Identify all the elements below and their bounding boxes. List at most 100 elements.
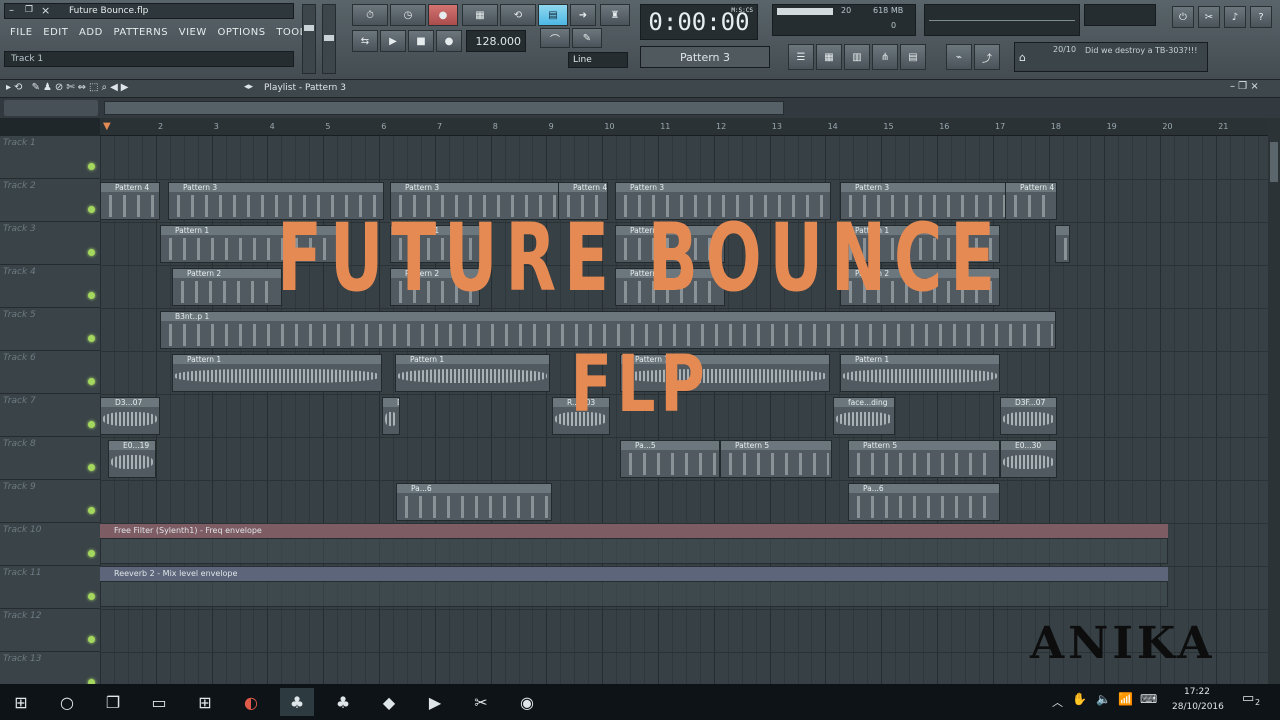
playlist-clip[interactable]: Pa...6 xyxy=(396,483,552,521)
clock-time[interactable]: 17:22 xyxy=(1184,687,1210,697)
play-button[interactable]: ▶ xyxy=(380,30,406,52)
arrow-left-right-icon[interactable]: ◂▸ xyxy=(244,82,253,92)
playlist-button[interactable]: ☰ xyxy=(788,44,814,70)
keyboard-icon[interactable]: ⌨ xyxy=(1140,692,1157,706)
app-icon-red[interactable]: ◐ xyxy=(234,688,268,716)
stop-button[interactable]: ■ xyxy=(408,30,434,52)
track-header[interactable]: Track 9 xyxy=(0,480,100,523)
track-mute-led[interactable] xyxy=(88,249,95,256)
menu-edit[interactable]: EDIT xyxy=(43,27,68,38)
piano-roll-button[interactable]: ▥ xyxy=(844,44,870,70)
track-mute-led[interactable] xyxy=(88,335,95,342)
automation-envelope[interactable] xyxy=(100,581,1168,607)
restore-icon[interactable]: ❐ xyxy=(25,5,33,15)
help-button[interactable]: ? xyxy=(1250,6,1272,28)
playlist-tool-icons[interactable]: ▸⟲ ✎♟⊘✄⇔⬚⌕◀▶ xyxy=(6,82,132,93)
track-mute-led[interactable] xyxy=(88,206,95,213)
tools-icon[interactable]: ✂ xyxy=(464,688,498,716)
window-controls-icon[interactable]: – ❐ × xyxy=(1230,81,1259,92)
track-header[interactable]: Track 11 xyxy=(0,566,100,609)
track-mute-led[interactable] xyxy=(88,464,95,471)
metronome-button[interactable]: ⏱ xyxy=(352,4,388,26)
automation-clip-filter[interactable]: Free Filter (Sylenth1) - Freq envelope xyxy=(100,524,1168,538)
file-explorer-icon[interactable]: ▭ xyxy=(142,688,176,716)
menu-options[interactable]: OPTIONS xyxy=(217,27,265,38)
menu-view[interactable]: VIEW xyxy=(179,27,207,38)
plugin-picker-button[interactable]: ⌁ xyxy=(946,44,972,70)
project-picker-button[interactable]: ⤴ xyxy=(974,44,1000,70)
track-header[interactable]: Track 1 xyxy=(0,136,100,179)
record-toggle-button[interactable]: ● xyxy=(436,30,462,52)
play-arrow-button[interactable]: ➜ xyxy=(570,4,596,26)
minimize-icon[interactable]: – xyxy=(9,5,14,16)
menu-file[interactable]: FILE xyxy=(10,27,33,38)
tray-expand-icon[interactable]: ︿ xyxy=(1052,694,1063,710)
playlist-clip[interactable]: Pa...6 xyxy=(848,483,1000,521)
timeline-ruler[interactable]: ▼ 2 3 4 5 6 7 8 9 10 11 12 13 14 15 16 17 18 19 20 21 xyxy=(100,118,1268,136)
track-header[interactable]: Track 7 xyxy=(0,394,100,437)
mixer-button[interactable]: ▤ xyxy=(900,44,926,70)
track-mute-led[interactable] xyxy=(88,550,95,557)
playhead-marker[interactable]: ▼ xyxy=(103,121,111,132)
track-mute-led[interactable] xyxy=(88,378,95,385)
audio-settings-button[interactable]: ⏻ xyxy=(1172,6,1194,28)
playlist-clip[interactable]: Pattern 5 xyxy=(848,440,1000,478)
track-header[interactable]: Track 4 xyxy=(0,265,100,308)
track-header[interactable]: Track 2 xyxy=(0,179,100,222)
close-icon[interactable]: × xyxy=(41,4,50,17)
windows-start-icon[interactable]: ⊞ xyxy=(4,688,38,716)
menu-patterns[interactable]: PATTERNS xyxy=(113,27,168,38)
playlist-clip[interactable]: Pa...5 xyxy=(620,440,720,478)
track-mute-led[interactable] xyxy=(88,507,95,514)
automation-clip-reverb[interactable]: Reeverb 2 - Mix level envelope xyxy=(100,567,1168,581)
horizontal-scrollbar[interactable] xyxy=(104,101,784,115)
loop-record-button[interactable]: ⟲ xyxy=(500,4,536,26)
pattern-selector[interactable]: Pattern 3 xyxy=(640,46,770,68)
store-icon[interactable]: ⊞ xyxy=(188,688,222,716)
track-header[interactable]: Track 12 xyxy=(0,609,100,652)
network-icon[interactable]: 📶 xyxy=(1118,692,1133,706)
app-icon-dark[interactable]: ◆ xyxy=(372,688,406,716)
track-mute-led[interactable] xyxy=(88,292,95,299)
playlist-clip[interactable]: Pattern 5 xyxy=(720,440,832,478)
disc-icon[interactable]: ◉ xyxy=(510,688,544,716)
microphone-button[interactable]: ♪ xyxy=(1224,6,1246,28)
media-icon[interactable]: ▶ xyxy=(418,688,452,716)
snap-select[interactable]: Line xyxy=(568,52,628,68)
pattern-song-toggle[interactable]: ⇆ xyxy=(352,30,378,52)
step-edit-button[interactable]: ▦ xyxy=(462,4,498,26)
cut-button[interactable]: ✂ xyxy=(1198,6,1220,28)
step-sequencer-button[interactable]: ▦ xyxy=(816,44,842,70)
track-header[interactable]: Track 10 xyxy=(0,523,100,566)
vertical-scrollbar[interactable] xyxy=(1268,118,1280,684)
song-time-display[interactable]: 0:00:00 M:S:CS xyxy=(640,4,758,40)
track-mute-led[interactable] xyxy=(88,593,95,600)
menu-add[interactable]: ADD xyxy=(79,27,103,38)
master-pitch-slider[interactable] xyxy=(322,4,336,74)
fl-studio-alt-icon[interactable]: ♣ xyxy=(326,688,360,716)
track-mute-led[interactable] xyxy=(88,163,95,170)
draw-tool-button[interactable]: ✎ xyxy=(572,28,602,48)
task-view-icon[interactable]: ❐ xyxy=(96,688,130,716)
track-header[interactable]: Track 6 xyxy=(0,351,100,394)
playlist-overview-bar[interactable] xyxy=(0,98,1280,118)
hand-icon[interactable]: ✋ xyxy=(1072,692,1087,706)
song-mode-button[interactable]: ▤ xyxy=(538,4,568,26)
typing-keyboard-button[interactable]: ♜ xyxy=(600,4,630,26)
record-button[interactable]: ● xyxy=(428,4,458,26)
snap-tool-button[interactable]: ⌒ xyxy=(540,28,570,48)
track-header[interactable]: Track 3 xyxy=(0,222,100,265)
track-mute-led[interactable] xyxy=(88,421,95,428)
playlist-clip[interactable]: E0...30 xyxy=(1000,440,1057,478)
tempo-display[interactable]: 128.000 xyxy=(466,30,526,52)
volume-icon[interactable]: 🔈 xyxy=(1096,692,1111,706)
cortana-icon[interactable]: ○ xyxy=(50,688,84,716)
master-volume-slider[interactable] xyxy=(302,4,316,74)
browser-button[interactable]: ⋔ xyxy=(872,44,898,70)
playlist-clip[interactable]: E0...19 xyxy=(108,440,156,478)
track-mute-led[interactable] xyxy=(88,636,95,643)
clock-date[interactable]: 28/10/2016 xyxy=(1172,702,1224,712)
fl-studio-icon[interactable]: ♣ xyxy=(280,688,314,716)
wait-button[interactable]: ◷ xyxy=(390,4,426,26)
automation-envelope[interactable] xyxy=(100,538,1168,564)
